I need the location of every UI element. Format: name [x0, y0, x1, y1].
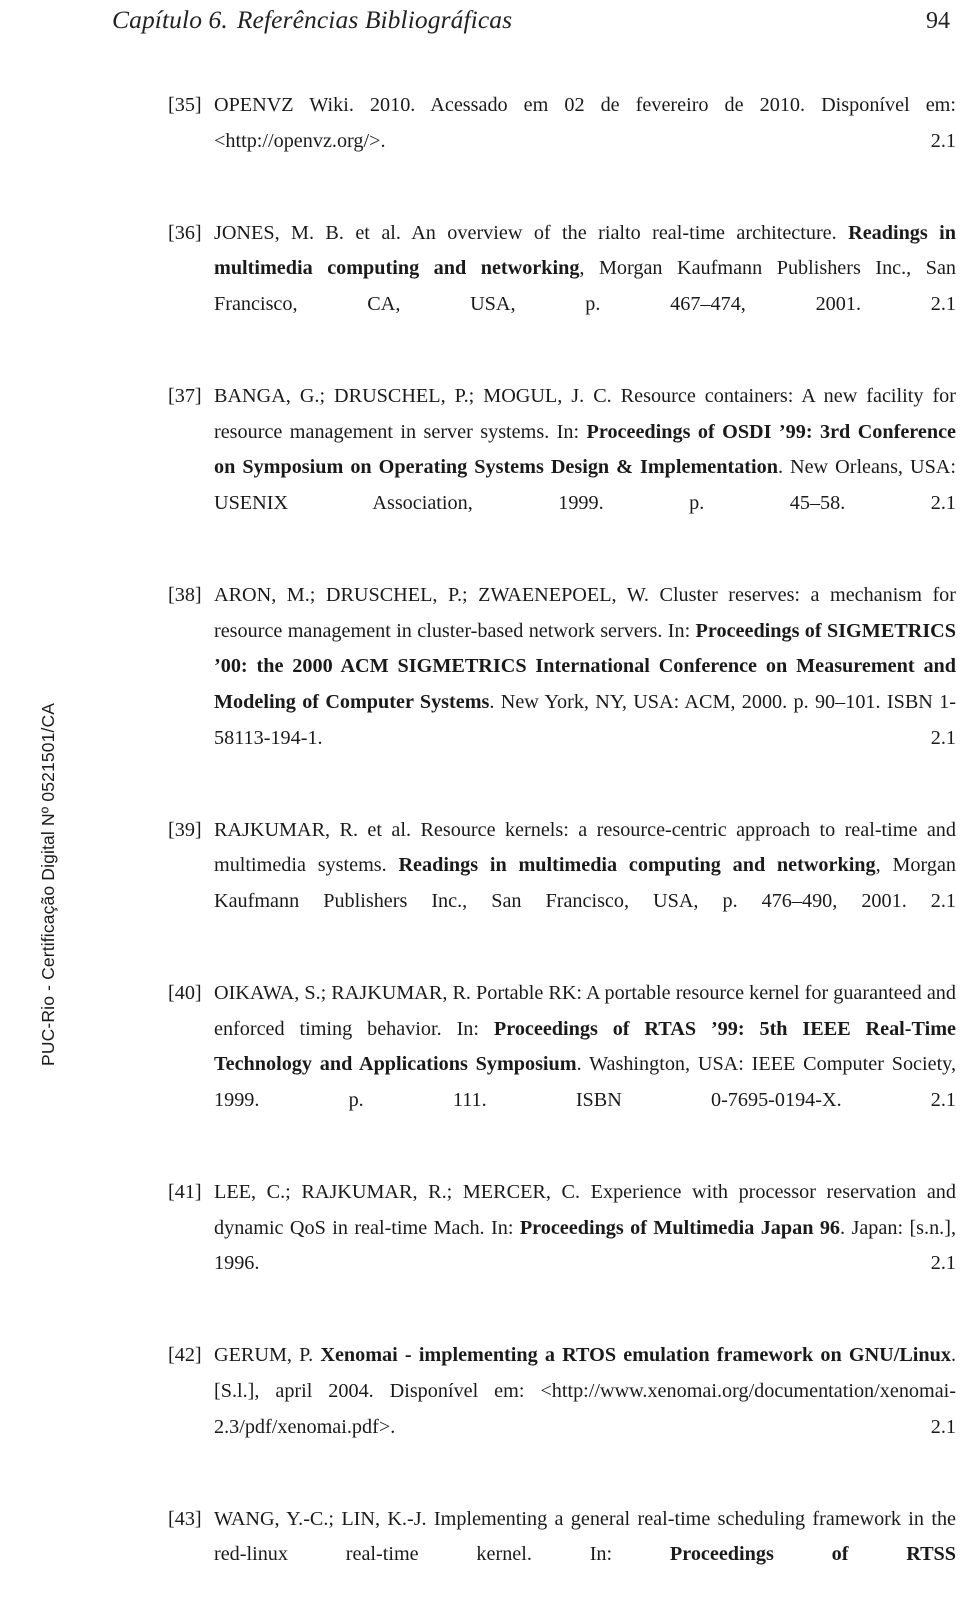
- bibliography-text-run: JONES, M. B. et al. An overview of the r…: [214, 221, 849, 244]
- bibliography-entry: [40] OIKAWA, S.; RAJKUMAR, R. Portable RK…: [168, 976, 956, 1154]
- bibliography-entry-number: [37]: [168, 385, 202, 408]
- chapter-number: Capítulo 6.: [112, 5, 228, 34]
- bibliography-entry-number: [36]: [168, 221, 202, 244]
- bibliography-entry-text: WANG, Y.-C.; LIN, K.-J. Implementing a g…: [214, 1502, 956, 1609]
- bibliography-entry: [42] GERUM, P. Xenomai - implementing a R…: [168, 1338, 956, 1480]
- bibliography-entry: [36] JONES, M. B. et al. An overview of t…: [168, 216, 956, 358]
- bibliography-entry: [41] LEE, C.; RAJKUMAR, R.; MERCER, C. Ex…: [168, 1175, 956, 1317]
- bibliography-source-title: Readings in multimedia computing and net…: [398, 854, 876, 877]
- bibliography-entry-text: OPENVZ Wiki. 2010. Acessado em 02 de fev…: [214, 88, 956, 195]
- bibliography-entry-text: LEE, C.; RAJKUMAR, R.; MERCER, C. Experi…: [214, 1175, 956, 1317]
- bibliography-entry-text: BANGA, G.; DRUSCHEL, P.; MOGUL, J. C. Re…: [214, 379, 956, 557]
- bibliography-entry: [35] OPENVZ Wiki. 2010. Acessado em 02 de…: [168, 88, 956, 195]
- bibliography-entry-number: [43]: [168, 1507, 202, 1530]
- bibliography-entry-number: [39]: [168, 818, 202, 841]
- bibliography-entry-number: [38]: [168, 584, 202, 607]
- bibliography-list: [35] OPENVZ Wiki. 2010. Acessado em 02 de…: [168, 88, 956, 1609]
- chapter-heading: Capítulo 6. Referências Bibliográficas: [112, 5, 512, 35]
- bibliography-entry-number: [35]: [168, 94, 202, 116]
- bibliography-source-title: Proceedings of RTSS: [669, 1543, 956, 1566]
- page-running-header: Capítulo 6. Referências Bibliográficas 94: [112, 5, 950, 39]
- bibliography-entry-number: [40]: [168, 982, 202, 1005]
- bibliography-entry-number: [41]: [168, 1181, 202, 1204]
- bibliography-entry-text: GERUM, P. Xenomai - implementing a RTOS …: [214, 1338, 956, 1480]
- puc-rio-certification-stamp: PUC-Rio - Certificação Digital Nº 052150…: [0, 560, 58, 1080]
- bibliography-entry-number: [42]: [168, 1344, 202, 1367]
- bibliography-entry: [43] WANG, Y.-C.; LIN, K.-J. Implementing…: [168, 1502, 956, 1609]
- bibliography-source-title: Proceedings of Multimedia Japan 96: [519, 1216, 841, 1239]
- bibliography-entry: [37] BANGA, G.; DRUSCHEL, P.; MOGUL, J. C…: [168, 379, 956, 557]
- bibliography-entry-text: OIKAWA, S.; RAJKUMAR, R. Portable RK: A …: [214, 976, 956, 1154]
- bibliography-entry-text: ARON, M.; DRUSCHEL, P.; ZWAENEPOEL, W. C…: [214, 578, 956, 792]
- certification-stamp-text: PUC-Rio - Certificação Digital Nº 052150…: [38, 702, 58, 1066]
- page-number: 94: [926, 8, 950, 34]
- bibliography-entry: [38] ARON, M.; DRUSCHEL, P.; ZWAENEPOEL, …: [168, 578, 956, 792]
- bibliography-entry-text: JONES, M. B. et al. An overview of the r…: [214, 216, 956, 358]
- bibliography-source-title: Xenomai - implementing a RTOS emulation …: [320, 1344, 951, 1367]
- bibliography-entry: [39] RAJKUMAR, R. et al. Resource kernels…: [168, 813, 956, 955]
- bibliography-text-run: OPENVZ Wiki. 2010. Acessado em 02 de fev…: [214, 94, 956, 152]
- bibliography-text-run: GERUM, P.: [214, 1344, 321, 1367]
- bibliography-entry-text: RAJKUMAR, R. et al. Resource kernels: a …: [214, 813, 956, 955]
- chapter-title: Referências Bibliográficas: [236, 5, 513, 34]
